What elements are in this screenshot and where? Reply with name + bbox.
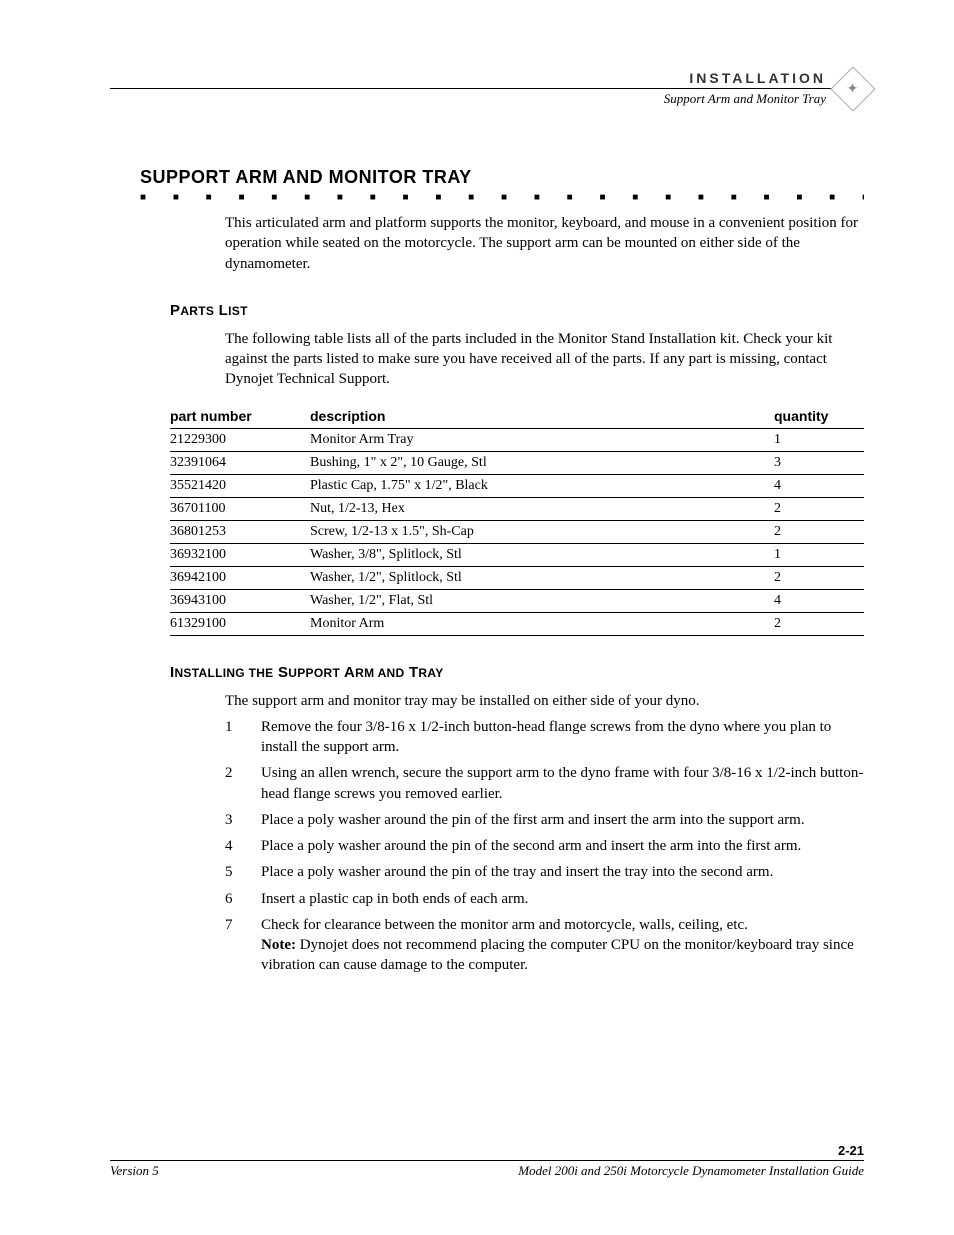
cell-description: Washer, 1/2", Flat, Stl <box>310 589 774 612</box>
step-item: Check for clearance between the monitor … <box>225 915 864 976</box>
cell-quantity: 1 <box>774 428 864 451</box>
parts-table: part number description quantity 2122930… <box>170 406 864 636</box>
cell-part-number: 21229300 <box>170 428 310 451</box>
page-header: INSTALLATION Support Arm and Monitor Tra… <box>110 70 864 107</box>
step-item: Insert a plastic cap in both ends of eac… <box>225 889 864 909</box>
cell-description: Monitor Arm Tray <box>310 428 774 451</box>
cell-quantity: 2 <box>774 520 864 543</box>
parts-list-heading: PARTS LIST <box>170 302 864 319</box>
install-intro: The support arm and monitor tray may be … <box>225 691 864 711</box>
parts-list-heading-text: PARTS LIST <box>170 302 248 319</box>
cell-quantity: 4 <box>774 474 864 497</box>
table-row: 21229300Monitor Arm Tray1 <box>170 428 864 451</box>
cell-part-number: 32391064 <box>170 451 310 474</box>
cell-description: Nut, 1/2-13, Hex <box>310 497 774 520</box>
header-subtitle: Support Arm and Monitor Tray <box>110 91 864 107</box>
step-item: Place a poly washer around the pin of th… <box>225 810 864 830</box>
footer-version: Version 5 <box>110 1163 159 1179</box>
cell-quantity: 1 <box>774 543 864 566</box>
cell-quantity: 2 <box>774 566 864 589</box>
cell-part-number: 36943100 <box>170 589 310 612</box>
cell-part-number: 36701100 <box>170 497 310 520</box>
cell-part-number: 36932100 <box>170 543 310 566</box>
cell-description: Washer, 3/8", Splitlock, Stl <box>310 543 774 566</box>
cell-part-number: 61329100 <box>170 612 310 635</box>
col-description: description <box>310 406 774 429</box>
footer-rule <box>110 1160 864 1161</box>
page-footer: 2-21 Version 5 Model 200i and 250i Motor… <box>110 1143 864 1179</box>
table-header-row: part number description quantity <box>170 406 864 429</box>
header-rule <box>110 88 864 89</box>
cell-description: Monitor Arm <box>310 612 774 635</box>
cell-quantity: 2 <box>774 612 864 635</box>
cell-description: Bushing, 1" x 2", 10 Gauge, Stl <box>310 451 774 474</box>
step-item: Remove the four 3/8-16 x 1/2-inch button… <box>225 717 864 758</box>
cell-quantity: 4 <box>774 589 864 612</box>
table-row: 36701100Nut, 1/2-13, Hex2 <box>170 497 864 520</box>
note-text: Dynojet does not recommend placing the c… <box>261 937 854 973</box>
cell-quantity: 3 <box>774 451 864 474</box>
dotted-rule: ■ ■ ■ ■ ■ ■ ■ ■ ■ ■ ■ ■ ■ ■ ■ ■ ■ ■ ■ ■ … <box>140 192 864 203</box>
parts-list-intro: The following table lists all of the par… <box>225 329 864 390</box>
col-part-number: part number <box>170 406 310 429</box>
cell-description: Screw, 1/2-13 x 1.5", Sh-Cap <box>310 520 774 543</box>
table-row: 35521420Plastic Cap, 1.75" x 1/2", Black… <box>170 474 864 497</box>
step-item: Place a poly washer around the pin of th… <box>225 836 864 856</box>
cell-quantity: 2 <box>774 497 864 520</box>
table-row: 32391064Bushing, 1" x 2", 10 Gauge, Stl3 <box>170 451 864 474</box>
install-heading-text: INSTALLING THE SUPPORT ARM AND TRAY <box>170 664 444 681</box>
cell-part-number: 36801253 <box>170 520 310 543</box>
section-intro: This articulated arm and platform suppor… <box>225 213 864 274</box>
cell-part-number: 36942100 <box>170 566 310 589</box>
table-row: 61329100Monitor Arm2 <box>170 612 864 635</box>
table-row: 36942100Washer, 1/2", Splitlock, Stl2 <box>170 566 864 589</box>
install-steps: Remove the four 3/8-16 x 1/2-inch button… <box>225 717 864 976</box>
note-label: Note: <box>261 937 296 953</box>
header-category: INSTALLATION <box>110 70 864 86</box>
table-row: 36801253Screw, 1/2-13 x 1.5", Sh-Cap2 <box>170 520 864 543</box>
table-row: 36943100Washer, 1/2", Flat, Stl4 <box>170 589 864 612</box>
cell-description: Washer, 1/2", Splitlock, Stl <box>310 566 774 589</box>
step-item: Using an allen wrench, secure the suppor… <box>225 763 864 804</box>
col-quantity: quantity <box>774 406 864 429</box>
cell-part-number: 35521420 <box>170 474 310 497</box>
install-heading: INSTALLING THE SUPPORT ARM AND TRAY <box>170 664 864 681</box>
cell-description: Plastic Cap, 1.75" x 1/2", Black <box>310 474 774 497</box>
table-row: 36932100Washer, 3/8", Splitlock, Stl1 <box>170 543 864 566</box>
section-title: SUPPORT ARM AND MONITOR TRAY <box>140 167 864 188</box>
page-number: 2-21 <box>110 1143 864 1158</box>
footer-doc-title: Model 200i and 250i Motorcycle Dynamomet… <box>518 1163 864 1179</box>
step-item: Place a poly washer around the pin of th… <box>225 862 864 882</box>
